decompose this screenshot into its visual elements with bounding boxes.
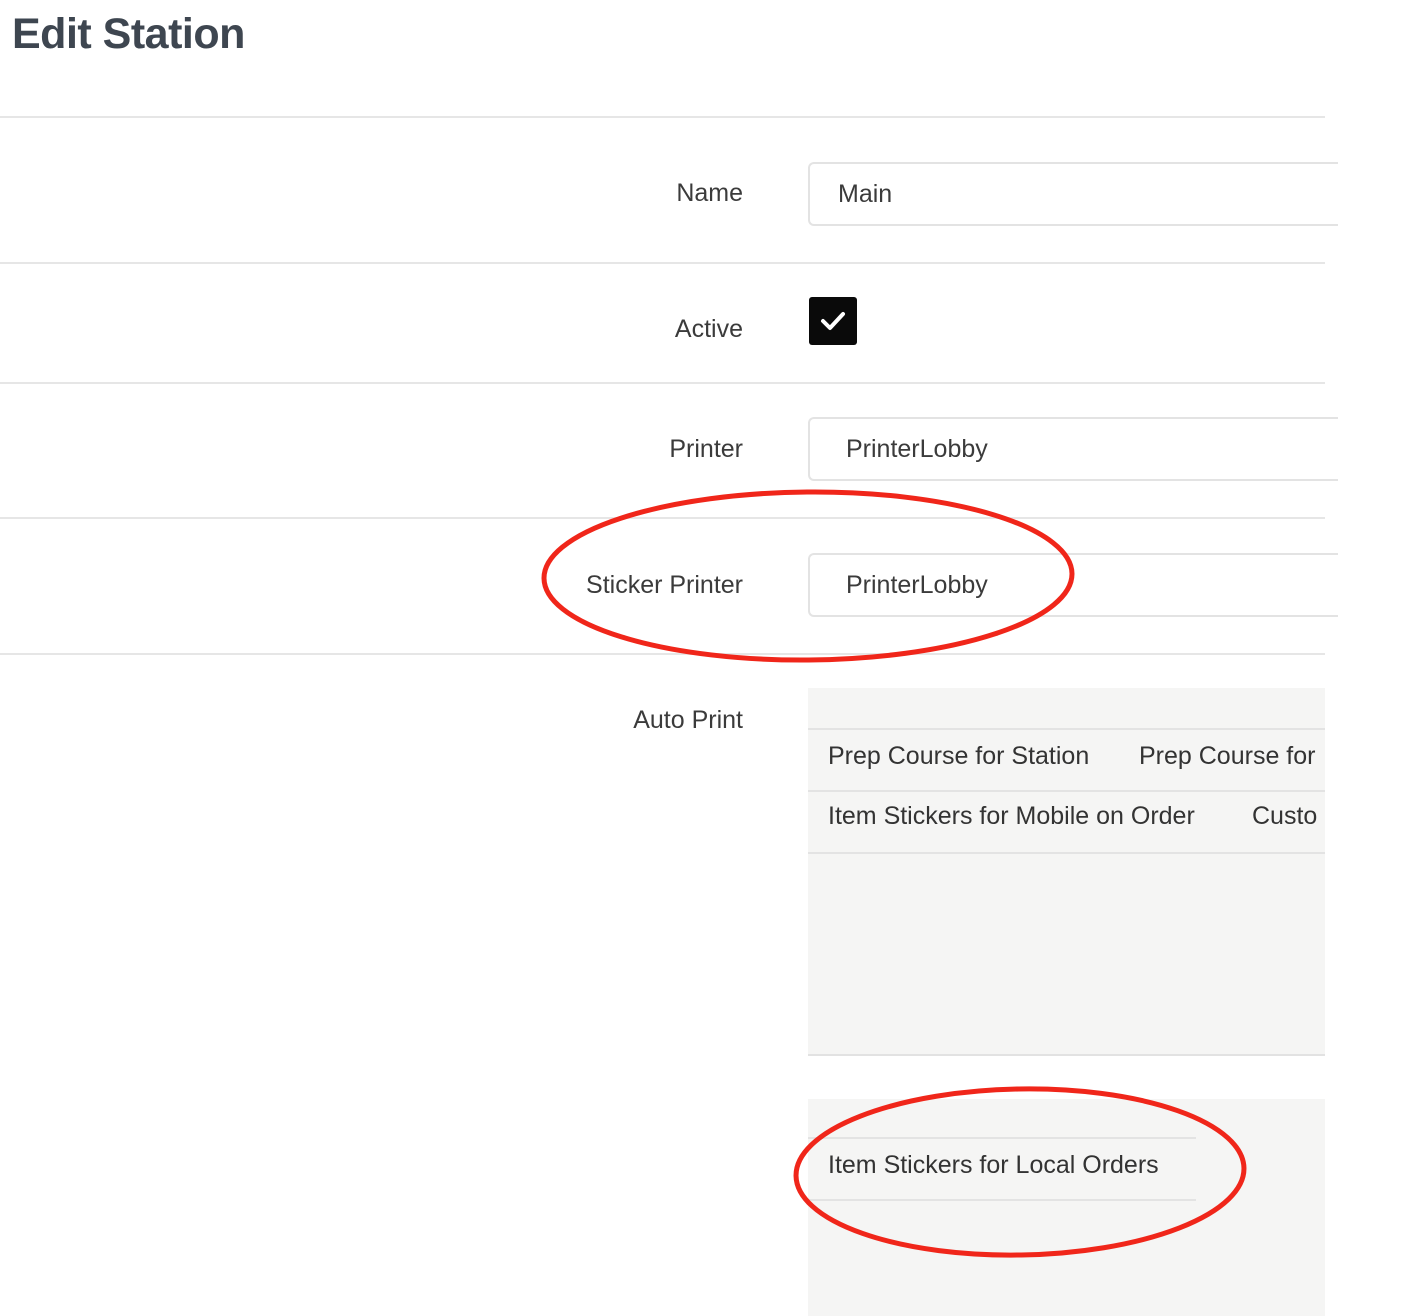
divider (0, 116, 1325, 118)
list-row: Item Stickers for Local Orders (808, 1137, 1196, 1201)
sticker-printer-select-value: PrinterLobby (846, 570, 988, 599)
active-label: Active (674, 315, 743, 343)
divider (0, 653, 1325, 655)
divider (0, 517, 1325, 519)
auto-print-available-list[interactable]: Item Stickers for Local Orders (808, 1099, 1325, 1316)
list-item[interactable]: Item Stickers for Local Orders (828, 1151, 1159, 1180)
divider (0, 382, 1325, 384)
divider (0, 262, 1325, 264)
auto-print-selected-list[interactable]: Prep Course for Station Prep Course for … (808, 688, 1325, 1056)
name-input-value: Main (838, 179, 893, 208)
list-row: Prep Course for Station Prep Course for (808, 728, 1325, 792)
list-item[interactable]: Prep Course for Station (828, 742, 1089, 771)
sticker-printer-select[interactable]: PrinterLobby (808, 553, 1338, 617)
sticker-printer-label: Sticker Printer (586, 571, 743, 599)
list-item[interactable]: Custo (1252, 802, 1317, 831)
name-label: Name (676, 179, 743, 207)
printer-select-value: PrinterLobby (846, 434, 988, 463)
printer-label: Printer (669, 435, 743, 463)
list-item[interactable]: Item Stickers for Mobile on Order (828, 802, 1195, 831)
page-title: Edit Station (12, 10, 245, 58)
name-input[interactable]: Main (808, 162, 1338, 226)
active-checkbox[interactable] (809, 297, 857, 345)
auto-print-label: Auto Print (633, 706, 743, 734)
list-item[interactable]: Prep Course for (1139, 742, 1315, 771)
edit-station-page: Edit Station Name Main Active Printer Pr… (0, 0, 1402, 1316)
list-row: Item Stickers for Mobile on Order Custo (808, 790, 1325, 854)
checkmark-icon (821, 312, 845, 330)
printer-select[interactable]: PrinterLobby (808, 417, 1338, 481)
